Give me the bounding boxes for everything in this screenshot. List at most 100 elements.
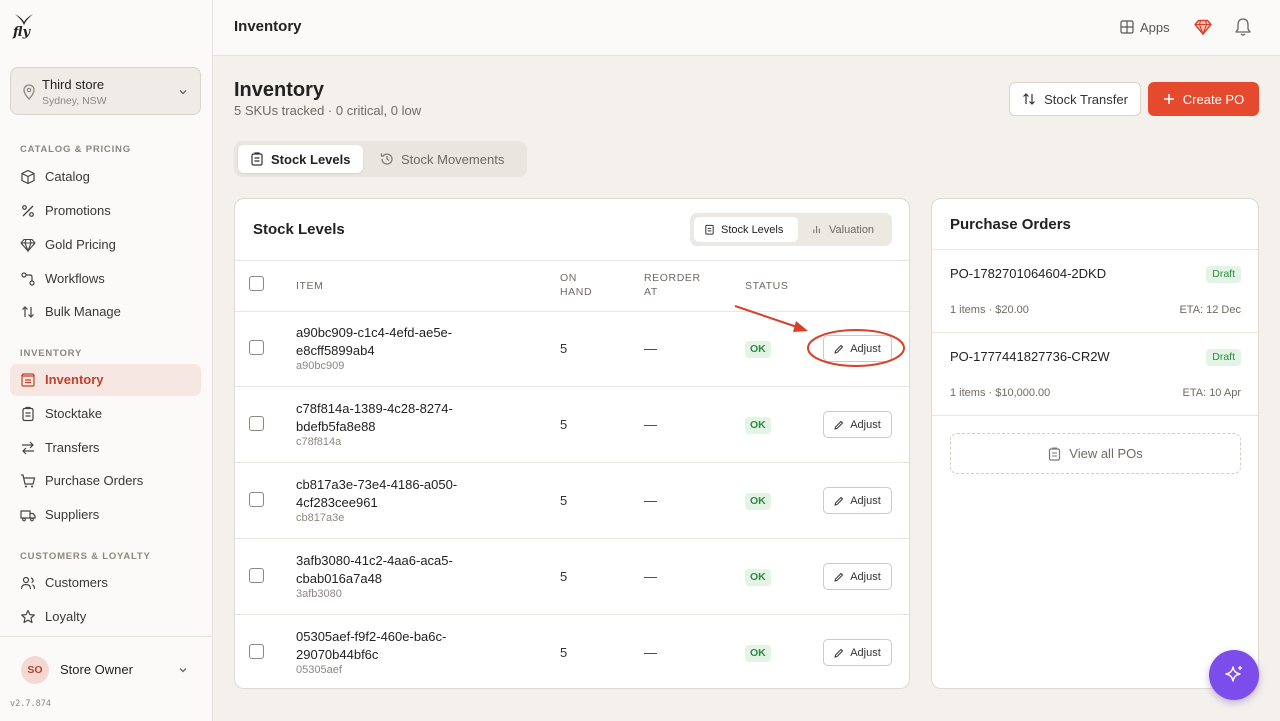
users-icon [20,576,36,590]
item-sku: a90bc909 [296,360,345,372]
gem-icon [20,238,36,253]
adjust-button[interactable]: Adjust [823,335,892,362]
status-badge: OK [745,417,771,434]
bar-chart-icon [813,225,820,234]
po-id: PO-1777441827736-CR2W [950,349,1110,364]
sidebar-item-suppliers[interactable]: Suppliers [10,499,201,531]
po-meta: 1 items · $10,000.00 [950,387,1051,399]
sidebar-item-stocktake[interactable]: Stocktake [10,398,201,430]
table-row: cb817a3e-73e4-4186-a050-4cf283cee961 cb8… [235,463,909,539]
sidebar-item-bulk-manage[interactable]: Bulk Manage [10,296,201,328]
po-list-item[interactable]: PO-1777441827736-CR2W Draft 1 items · $1… [932,333,1258,416]
plus-icon [1163,94,1174,104]
item-name: a90bc909-c1c4-4efd-ae5e-e8cff5899ab4 [296,325,453,358]
column-header-item[interactable]: ITEM [296,279,323,293]
on-hand-value: 5 [560,341,568,356]
percent-icon [22,205,34,217]
clipboard-icon [705,224,714,235]
view-all-label: View all POs [1069,446,1143,461]
sidebar-item-purchase-orders[interactable]: Purchase Orders [10,465,201,497]
sidebar-item-promotions[interactable]: Promotions [10,195,201,227]
row-checkbox[interactable] [249,340,264,355]
reorder-value: — [644,569,657,584]
cart-icon [21,474,36,488]
ai-assistant-button[interactable] [1209,650,1259,700]
sparkle-icon [1225,666,1242,682]
history-icon [380,153,393,165]
adjust-label: Adjust [850,418,881,431]
status-badge: OK [745,341,771,358]
column-header-on-hand[interactable]: ON HAND [560,271,600,299]
row-checkbox[interactable] [249,568,264,583]
bell-icon[interactable] [1234,17,1252,37]
sidebar-item-workflows[interactable]: Workflows [10,263,201,295]
stock-card-header: Stock Levels Stock Levels Valuation [235,199,909,261]
adjust-button[interactable]: Adjust [823,411,892,438]
create-po-label: Create PO [1182,91,1245,107]
table-row: 05305aef-f9f2-460e-ba6c-29070b44bf6c 053… [235,615,909,688]
reorder-value: — [644,417,657,432]
column-header-status[interactable]: STATUS [745,279,788,293]
inventory-icon [21,373,35,387]
gem-icon[interactable] [1194,18,1212,36]
workflow-icon [21,272,35,286]
row-checkbox[interactable] [249,644,264,659]
po-list-item[interactable]: PO-1782701064604-2DKD Draft 1 items · $2… [932,250,1258,333]
reorder-value: — [644,645,657,660]
sidebar-item-customers[interactable]: Customers [10,567,201,599]
section-label-inventory: INVENTORY [20,348,83,359]
app-version: v2.7.874 [10,699,51,709]
sidebar-item-gold-pricing[interactable]: Gold Pricing [10,229,201,261]
store-name: Third store [42,77,105,92]
clipboard-icon [1049,446,1061,461]
segment-stock-levels[interactable]: Stock Levels [694,217,798,242]
item-sku: cb817a3e [296,512,345,524]
apps-button[interactable]: Apps [1120,17,1170,37]
sidebar-item-label: Transfers [45,440,100,455]
on-hand-value: 5 [560,417,568,432]
column-header-reorder-at[interactable]: REORDER AT [644,271,704,299]
reorder-value: — [644,341,657,356]
adjust-button[interactable]: Adjust [823,563,892,590]
po-status-badge: Draft [1206,349,1241,366]
clipboard-icon [22,406,34,422]
view-all-pos-button[interactable]: View all POs [950,433,1241,474]
chevron-down-icon [179,668,187,673]
adjust-label: Adjust [850,342,881,355]
sidebar-item-catalog[interactable]: Catalog [10,161,201,193]
topbar-title: Inventory [234,18,302,35]
user-menu[interactable]: SO Store Owner v2.7.874 [0,636,212,721]
page-title: Inventory [234,79,325,101]
sidebar-item-transfers[interactable]: Transfers [10,432,201,464]
sort-arrows-icon [22,306,34,318]
tab-stock-levels[interactable]: Stock Levels [238,145,363,173]
stock-transfer-button[interactable]: Stock Transfer [1009,82,1141,116]
map-pin-icon [23,84,35,100]
create-po-button[interactable]: Create PO [1148,82,1259,116]
status-badge: OK [745,569,771,586]
store-selector[interactable]: Third store Sydney, NSW [10,67,201,115]
apps-label: Apps [1140,19,1170,35]
row-checkbox[interactable] [249,492,264,507]
segment-label: Valuation [829,223,875,236]
sidebar-item-inventory[interactable]: Inventory [10,364,201,396]
adjust-label: Adjust [850,494,881,507]
po-card-title: Purchase Orders [950,216,1071,233]
po-id: PO-1782701064604-2DKD [950,266,1107,281]
segment-valuation[interactable]: Valuation [802,217,884,242]
tab-label: Stock Levels [271,151,351,167]
adjust-button[interactable]: Adjust [823,639,892,666]
store-location: Sydney, NSW [42,95,107,107]
grid-icon [1120,20,1134,34]
sidebar-item-label: Workflows [45,271,105,286]
row-checkbox[interactable] [249,416,264,431]
pencil-icon [834,420,844,430]
on-hand-value: 5 [560,645,568,660]
select-all-checkbox[interactable] [249,276,264,291]
topbar: Inventory Apps [213,0,1280,56]
sidebar-item-loyalty[interactable]: Loyalty [10,601,201,633]
logo-text[interactable]: fly [13,25,30,40]
tab-stock-movements[interactable]: Stock Movements [368,145,516,173]
po-meta: 1 items · $20.00 [950,304,1029,316]
adjust-button[interactable]: Adjust [823,487,892,514]
